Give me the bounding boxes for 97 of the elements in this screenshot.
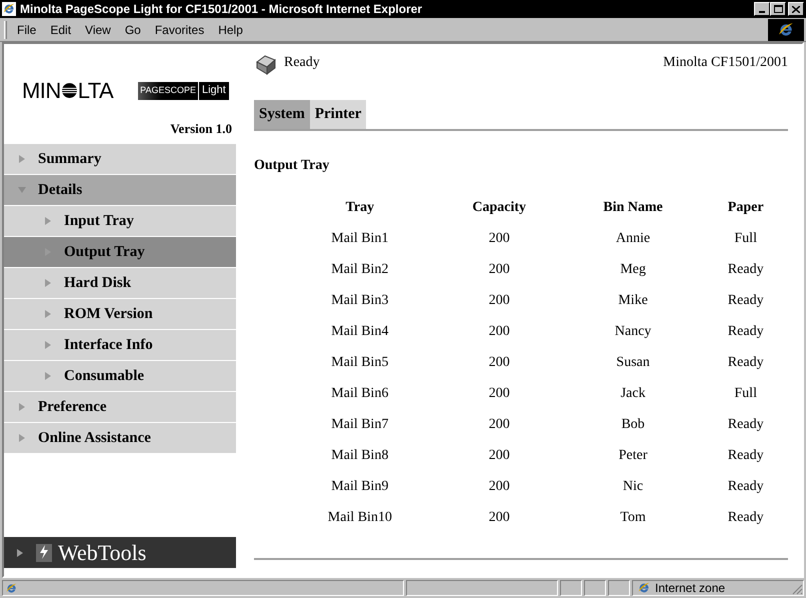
printer-model: Minolta CF1501/2001 <box>663 54 788 72</box>
webtools-label: WebTools <box>58 539 146 567</box>
sidebar-item[interactable]: Details <box>4 175 236 205</box>
product-badge-suffix: Light <box>198 82 229 100</box>
webtools-bar[interactable]: WebTools <box>4 537 236 568</box>
table-cell-text: Ready <box>726 323 765 341</box>
triangle-right-icon <box>18 403 26 411</box>
table-cell-text: 200 <box>488 354 511 372</box>
triangle-right-icon <box>44 217 52 225</box>
maximize-icon <box>774 5 782 13</box>
table-cell-text: Mail Bin1 <box>330 230 390 248</box>
sidebar-item[interactable]: Online Assistance <box>4 423 236 453</box>
close-icon <box>792 6 800 12</box>
table-cell-text: 200 <box>488 478 511 496</box>
table-cell-text: Full <box>733 230 758 248</box>
maximize-button[interactable] <box>770 2 786 16</box>
triangle-right-icon <box>18 434 26 442</box>
table-cell-text: Tom <box>619 509 647 527</box>
table-cell-text: 200 <box>488 385 511 403</box>
triangle-right-icon <box>44 372 52 380</box>
table-cell-text: Mail Bin8 <box>330 447 390 465</box>
zone-label: Internet zone <box>655 580 726 597</box>
table-cell-text: 200 <box>488 323 511 341</box>
triangle-right-icon <box>44 279 52 287</box>
table-cell-text: Mail Bin6 <box>330 385 390 403</box>
lightning-icon <box>36 544 52 562</box>
table-cell-text: Ready <box>726 478 765 496</box>
triangle-right-icon <box>16 548 24 556</box>
table-cell-text: 200 <box>488 292 511 310</box>
table-cell-text: Mail Bin2 <box>330 261 390 279</box>
sidebar-item[interactable]: Hard Disk <box>4 268 236 298</box>
table-cell-text: Susan <box>615 354 651 372</box>
table-cell-text: Nic <box>622 478 644 496</box>
triangle-down-icon <box>18 186 26 194</box>
sidebar-item[interactable]: ROM Version <box>4 299 236 329</box>
table-cell-text: Mail Bin4 <box>330 323 390 341</box>
brand-logo-text: MIN <box>22 77 61 105</box>
table-cell-text: Bob <box>620 416 646 434</box>
table-cell-text: Jack <box>620 385 646 403</box>
table-cell-text: Peter <box>618 447 648 465</box>
table-cell-text: Mail Bin9 <box>330 478 390 496</box>
table-cell-text: Meg <box>619 261 647 279</box>
triangle-right-icon <box>44 310 52 318</box>
column-header: Paper <box>726 199 765 217</box>
browser-logo-icon <box>777 20 795 38</box>
table-cell-text: Nancy <box>614 323 652 341</box>
triangle-right-icon <box>18 155 26 163</box>
brand-logo-text: LTA <box>78 77 114 105</box>
tab[interactable]: System <box>254 100 310 129</box>
status-panel <box>608 580 630 596</box>
table-cell-text: Mail Bin3 <box>330 292 390 310</box>
minimize-button[interactable] <box>754 2 770 16</box>
table-cell-text: 200 <box>488 509 511 527</box>
table-cell-text: 200 <box>488 416 511 434</box>
table-cell-text: Mike <box>617 292 649 310</box>
menu-item[interactable]: Favorites <box>154 20 204 38</box>
column-header: Capacity <box>471 199 528 217</box>
sidebar-item[interactable]: Input Tray <box>4 206 236 236</box>
table-cell-text: Ready <box>726 261 765 279</box>
section-title: Output Tray <box>254 157 330 175</box>
status-panel <box>584 580 606 596</box>
table-cell-text: Ready <box>726 354 765 372</box>
table-cell-text: Ready <box>726 509 765 527</box>
sidebar-item[interactable]: Summary <box>4 144 236 174</box>
menu-item[interactable]: Help <box>218 20 243 38</box>
column-header: Tray <box>344 199 376 217</box>
menu-item[interactable]: Go <box>124 20 141 38</box>
table-cell-text: Mail Bin5 <box>330 354 390 372</box>
close-button[interactable] <box>788 2 804 16</box>
triangle-right-icon <box>44 341 52 349</box>
table-cell-text: Ready <box>726 292 765 310</box>
minimize-icon <box>759 11 765 13</box>
table-cell-text: Ready <box>726 416 765 434</box>
table-cell-text: Mail Bin7 <box>330 416 390 434</box>
sidebar-item[interactable]: Interface Info <box>4 330 236 360</box>
table-cell-text: Full <box>733 385 758 403</box>
status-panel <box>560 580 582 596</box>
sidebar-item[interactable]: Preference <box>4 392 236 422</box>
table-cell-text: Mail Bin10 <box>326 509 393 527</box>
sidebar-item[interactable]: Output Tray <box>4 237 236 267</box>
menu-item[interactable]: Edit <box>50 20 72 38</box>
table-cell-text: Annie <box>614 230 652 248</box>
sidebar-item[interactable]: Consumable <box>4 361 236 391</box>
product-badge: PAGESCOPE <box>138 82 198 100</box>
column-header: Bin Name <box>602 199 664 217</box>
table-cell-text: Ready <box>726 447 765 465</box>
version-label: Version 1.0 <box>170 120 232 138</box>
menu-item[interactable]: View <box>85 20 111 38</box>
window-title: Minolta PageScope Light for CF1501/2001 - Microsoft Internet Explorer <box>20 1 422 18</box>
brand-circle-icon <box>60 82 78 99</box>
table-cell-text: 200 <box>488 261 511 279</box>
menu-item[interactable]: File <box>17 20 36 38</box>
app-icon <box>2 2 16 16</box>
printer-status: Ready <box>284 54 320 72</box>
tab[interactable]: Printer <box>310 100 366 129</box>
table-cell-text: 200 <box>488 447 511 465</box>
table-cell-text: 200 <box>488 230 511 248</box>
